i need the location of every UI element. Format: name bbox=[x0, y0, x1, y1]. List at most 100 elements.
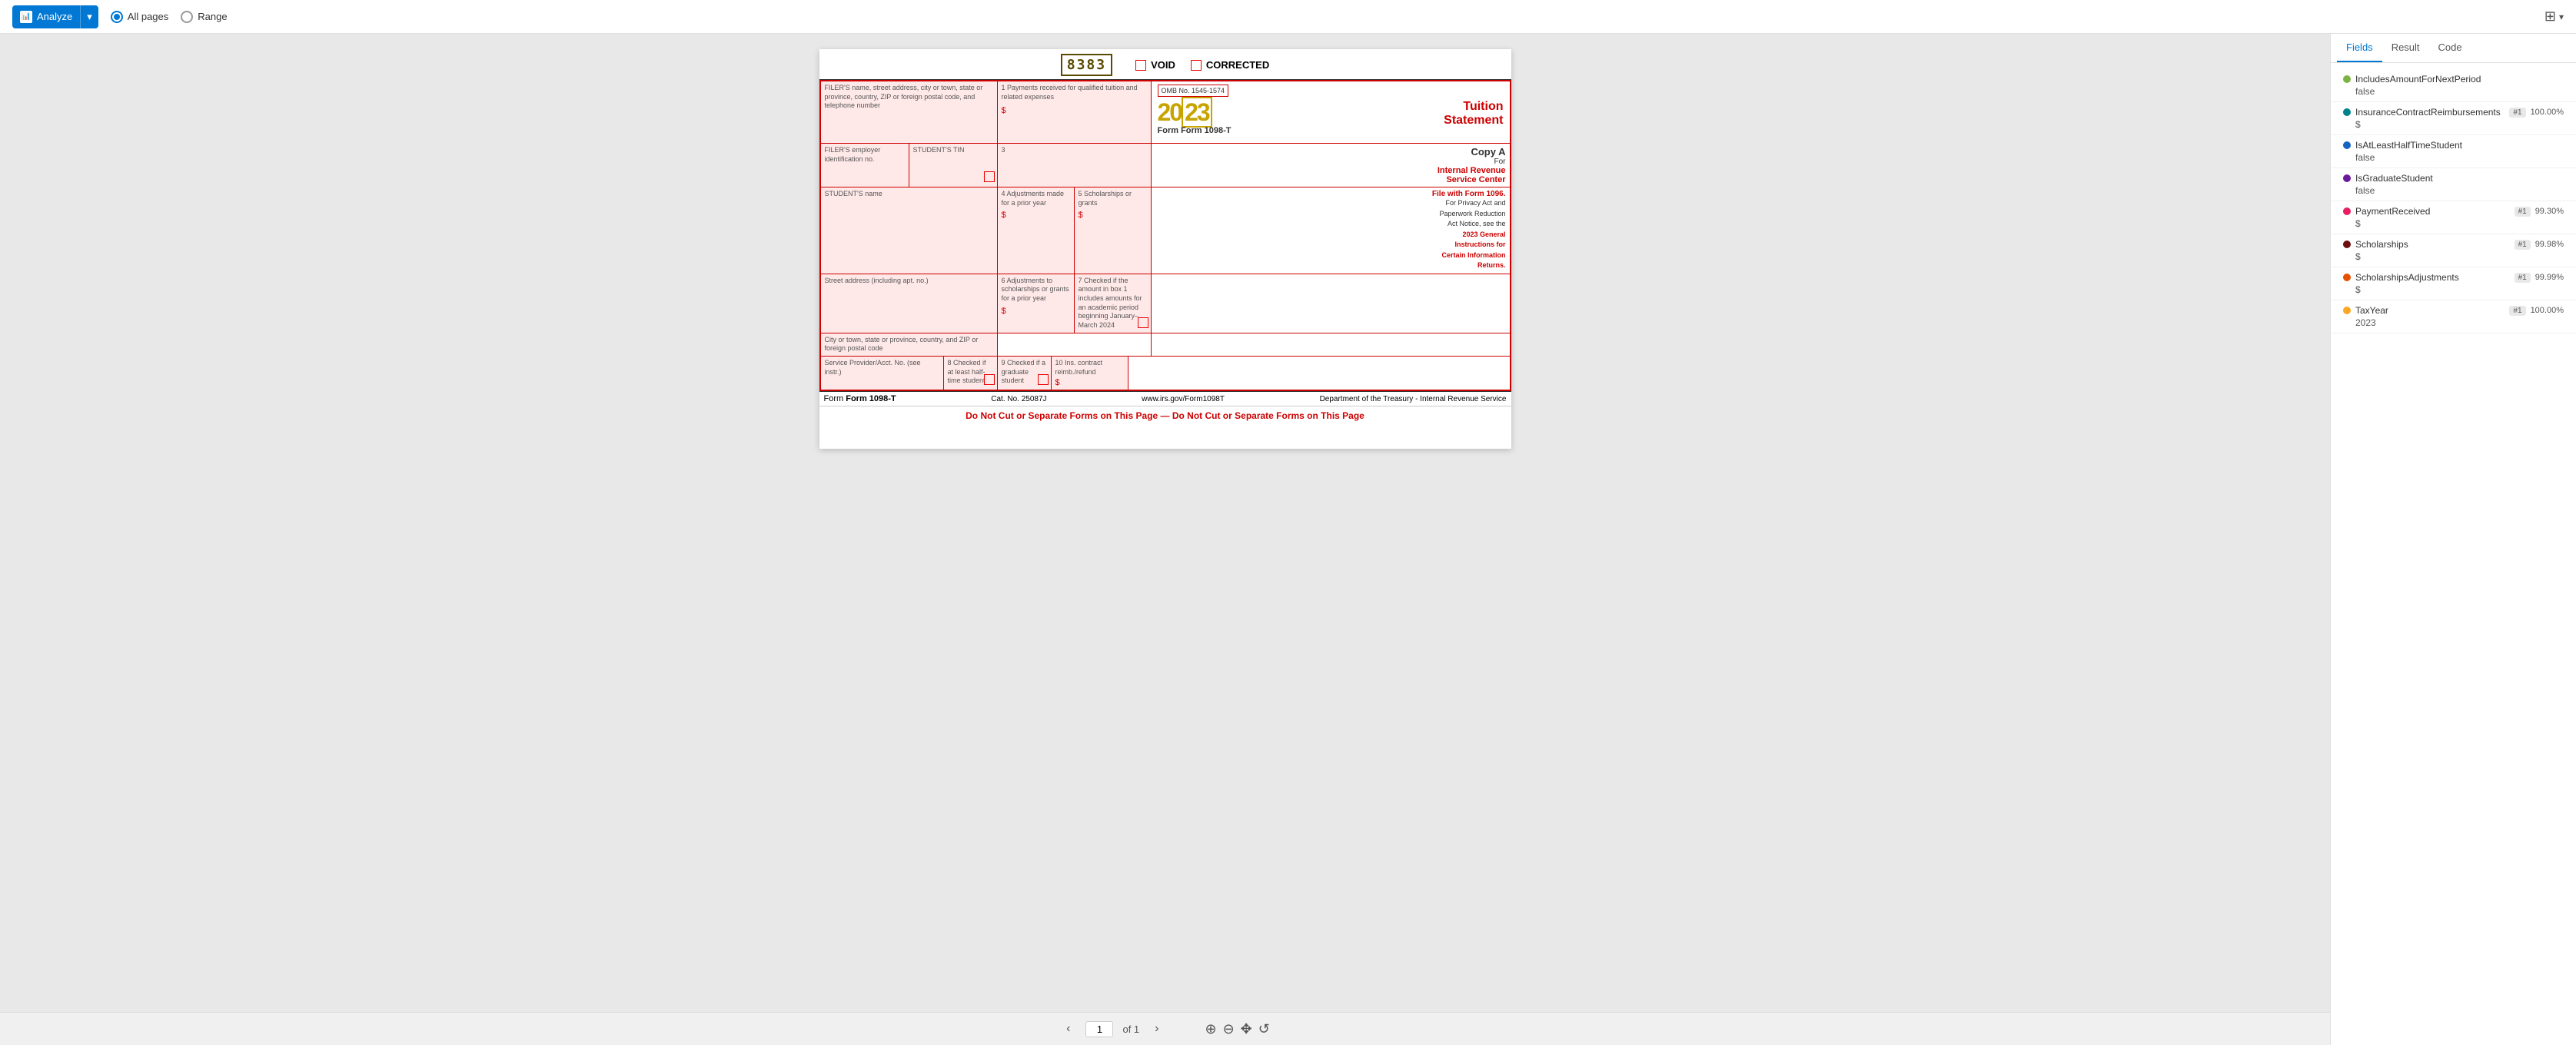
all-pages-label: All pages bbox=[128, 11, 168, 22]
box4-cell: 4 Adjustments made for a prior year $ bbox=[998, 187, 1075, 274]
pan-button[interactable]: ✥ bbox=[1241, 1021, 1252, 1037]
copy-for: For bbox=[1155, 158, 1506, 166]
do-not-cut: Do Not Cut or Separate Forms on This Pag… bbox=[819, 406, 1511, 425]
main-content: 8383 VOID CORRECTED bbox=[0, 34, 2576, 1045]
street-address-cell: Street address (including apt. no.) bbox=[821, 274, 998, 333]
field-header: IsAtLeastHalfTimeStudent bbox=[2343, 140, 2564, 151]
copy-label: Copy A bbox=[1155, 146, 1506, 158]
all-pages-option[interactable]: All pages bbox=[111, 11, 168, 23]
corrected-label: CORRECTED bbox=[1206, 59, 1269, 71]
field-value: false bbox=[2343, 185, 2564, 196]
reset-view-button[interactable]: ↺ bbox=[1258, 1021, 1270, 1037]
field-item: Scholarships#199.98%$ bbox=[2331, 234, 2576, 267]
box9-cell: 9 Checked if a graduate student bbox=[998, 357, 1052, 390]
box4-label: 4 Adjustments made for a prior year bbox=[1002, 190, 1065, 207]
spacer-cell-5 bbox=[998, 333, 1152, 356]
analyze-icon: 📊 bbox=[20, 11, 32, 23]
year-display: 2023 bbox=[1158, 97, 1212, 128]
page-range-options: All pages Range bbox=[111, 11, 228, 23]
page-of-label: of 1 bbox=[1122, 1023, 1139, 1035]
field-name-label: PaymentReceived bbox=[2355, 206, 2510, 217]
footer-form: Form Form 1098-T bbox=[824, 394, 896, 403]
field-color-dot bbox=[2343, 274, 2351, 281]
corrected-checkbox[interactable] bbox=[1191, 60, 1202, 71]
field-name-label: IncludesAmountForNextPeriod bbox=[2355, 74, 2564, 85]
field-badge: #1 bbox=[2515, 207, 2531, 217]
document-viewer: 8383 VOID CORRECTED bbox=[0, 34, 2330, 1045]
tab-fields[interactable]: Fields bbox=[2337, 34, 2382, 62]
field-value: $ bbox=[2343, 119, 2564, 130]
form-1098t: 8383 VOID CORRECTED bbox=[819, 49, 1511, 449]
box7-checkbox[interactable] bbox=[1138, 317, 1148, 328]
range-option[interactable]: Range bbox=[181, 11, 227, 23]
box1-dollar: $ bbox=[1002, 106, 1006, 115]
tab-result[interactable]: Result bbox=[2382, 34, 2429, 62]
prev-icon: ‹ bbox=[1066, 1022, 1070, 1035]
tab-code[interactable]: Code bbox=[2429, 34, 2471, 62]
field-item: IsGraduateStudentfalse bbox=[2331, 168, 2576, 201]
doc-scroll-area[interactable]: 8383 VOID CORRECTED bbox=[0, 34, 2330, 1012]
analyze-btn-arrow[interactable]: ▾ bbox=[81, 5, 98, 28]
layers-icon[interactable]: ⊞ bbox=[2544, 8, 2556, 25]
form-header: 8383 VOID CORRECTED bbox=[819, 49, 1511, 80]
service-provider-label: Service Provider/Acct. No. (see instr.) bbox=[825, 359, 921, 376]
zoom-in-button[interactable]: ⊕ bbox=[1205, 1021, 1216, 1037]
form-row-4: Street address (including apt. no.) 6 Ad… bbox=[821, 274, 1510, 333]
form-row-5: City or town, state or province, country… bbox=[821, 333, 1510, 357]
barcode: 8383 bbox=[1061, 54, 1112, 76]
next-page-button[interactable]: › bbox=[1148, 1019, 1165, 1039]
student-name-cell: STUDENT'S name bbox=[821, 187, 998, 274]
range-label: Range bbox=[198, 11, 227, 22]
layers-chevron[interactable]: ▾ bbox=[2559, 12, 2564, 22]
footer-url: www.irs.gov/Form1098T bbox=[1142, 395, 1225, 403]
field-value: false bbox=[2343, 86, 2564, 97]
spacer-cell-6 bbox=[1128, 357, 1510, 390]
range-radio[interactable] bbox=[181, 11, 193, 23]
irs-notice-cell: File with Form 1096. For Privacy Act and… bbox=[1152, 187, 1510, 274]
filer-ein-label: FILER'S employer identification no. bbox=[825, 146, 881, 163]
field-name-label: IsAtLeastHalfTimeStudent bbox=[2355, 140, 2564, 151]
box8-checkbox[interactable] bbox=[984, 374, 995, 385]
all-pages-radio[interactable] bbox=[111, 11, 123, 23]
city-state-cell: City or town, state or province, country… bbox=[821, 333, 998, 356]
form-row-1: FILER'S name, street address, city or to… bbox=[821, 81, 1510, 144]
file-with-form: File with Form 1096. bbox=[1155, 190, 1506, 198]
field-badge: #1 bbox=[2515, 240, 2531, 250]
street-address-label: Street address (including apt. no.) bbox=[825, 277, 929, 284]
field-color-dot bbox=[2343, 75, 2351, 83]
chevron-down-icon: ▾ bbox=[87, 11, 92, 23]
box6-dollar: $ bbox=[1002, 307, 1006, 316]
field-color-dot bbox=[2343, 108, 2351, 116]
student-tin-label: STUDENT'S TIN bbox=[913, 146, 965, 154]
analyze-btn-main[interactable]: 📊 Analyze bbox=[12, 5, 81, 28]
prev-page-button[interactable]: ‹ bbox=[1060, 1019, 1076, 1039]
box9-checkbox[interactable] bbox=[1038, 374, 1049, 385]
right-panel: Fields Result Code IncludesAmountForNext… bbox=[2330, 34, 2576, 1045]
box6-cell: 6 Adjustments to scholarships or grants … bbox=[998, 274, 1075, 333]
tin-checkbox[interactable] bbox=[984, 171, 995, 182]
box5-cell: 5 Scholarships or grants $ bbox=[1075, 187, 1152, 274]
privacy-notice: For Privacy Act and Paperwork Reduction … bbox=[1155, 198, 1506, 271]
zoom-controls: ⊕ ⊖ ✥ ↺ bbox=[1205, 1021, 1269, 1037]
field-color-dot bbox=[2343, 207, 2351, 215]
analyze-button[interactable]: 📊 Analyze ▾ bbox=[12, 5, 98, 28]
zoom-out-button[interactable]: ⊖ bbox=[1223, 1021, 1235, 1037]
page-number-input[interactable] bbox=[1085, 1021, 1113, 1037]
field-name-label: TaxYear bbox=[2355, 305, 2505, 316]
form-name-bold: Form 1098-T bbox=[1181, 126, 1231, 135]
pan-icon: ✥ bbox=[1241, 1021, 1252, 1037]
void-checkbox[interactable] bbox=[1135, 60, 1146, 71]
student-name-label: STUDENT'S name bbox=[825, 190, 882, 197]
field-item: ScholarshipsAdjustments#199.99%$ bbox=[2331, 267, 2576, 300]
box10-cell: 10 Ins. contract reimb./refund $ bbox=[1052, 357, 1128, 390]
field-color-dot bbox=[2343, 174, 2351, 182]
doc-navigation: ‹ of 1 › ⊕ ⊖ ✥ ↺ bbox=[0, 1012, 2330, 1045]
field-value: $ bbox=[2343, 284, 2564, 295]
filer-name-label: FILER'S name, street address, city or to… bbox=[825, 84, 983, 109]
box7-cell: 7 Checked if the amount in box 1 include… bbox=[1075, 274, 1152, 333]
field-header: TaxYear#1100.00% bbox=[2343, 305, 2564, 316]
irs-center: Internal Revenue Service Center bbox=[1155, 166, 1506, 184]
form-grid: FILER'S name, street address, city or to… bbox=[819, 80, 1511, 391]
toolbar: 📊 Analyze ▾ All pages Range ⊞ ▾ bbox=[0, 0, 2576, 34]
field-confidence: 100.00% bbox=[2531, 108, 2564, 117]
